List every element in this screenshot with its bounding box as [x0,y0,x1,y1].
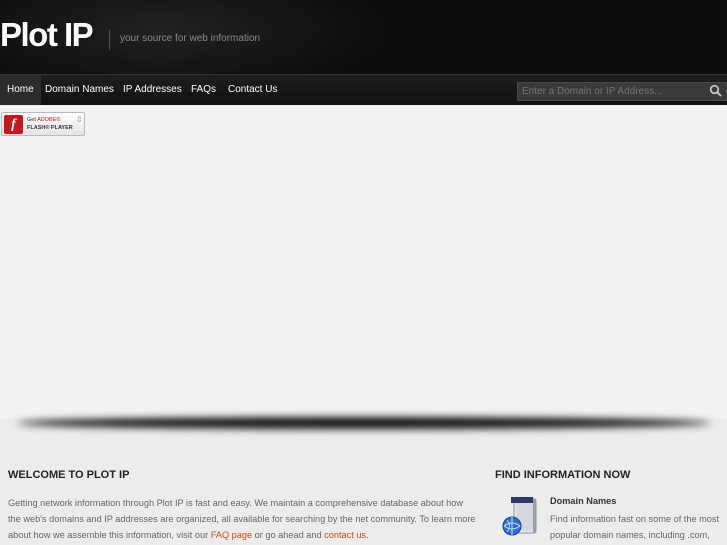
search-input[interactable] [517,82,727,101]
nav-item-home[interactable]: Home [0,75,41,105]
domain-names-heading[interactable]: Domain Names [550,496,616,506]
flash-content-area [0,105,727,418]
main-nav: Home Domain Names IP Addresses FAQs Cont… [0,74,727,105]
nav-item-ip-addresses[interactable]: IP Addresses [116,75,189,105]
welcome-heading: WELCOME TO PLOT IP [8,469,130,481]
shadow-band [18,417,710,429]
shadow-divider [0,413,727,443]
welcome-paragraph: Getting network information through Plot… [8,498,476,540]
nav-item-domain-names[interactable]: Domain Names [38,75,121,105]
flash-badge-line2: FLASH® PLAYER [27,125,73,131]
site-tagline: your source for web information [120,33,261,44]
logo-divider [109,30,110,50]
nav-item-contact-us[interactable]: Contact Us [221,75,284,105]
nav-item-faqs[interactable]: FAQs [184,75,223,105]
flash-badge-line1: Get ADOBE® [27,117,61,123]
server-globe-icon [502,497,537,536]
contact-us-link[interactable]: contact us [324,530,366,540]
domain-names-description: Find information fast on some of the mos… [550,514,720,540]
flash-logo-icon: f [4,115,23,134]
find-information-heading: FIND INFORMATION NOW [495,469,631,481]
search-icon[interactable] [709,84,723,98]
site-logo[interactable]: Plot IP [0,16,94,54]
faq-page-link[interactable]: FAQ page [211,530,252,540]
get-flash-player-button[interactable]: f Get ADOBE® FLASH® PLAYER ⇩ [1,112,85,136]
site-header: Plot IP your source for web information [0,0,727,74]
download-arrow-icon: ⇩ [76,115,83,124]
